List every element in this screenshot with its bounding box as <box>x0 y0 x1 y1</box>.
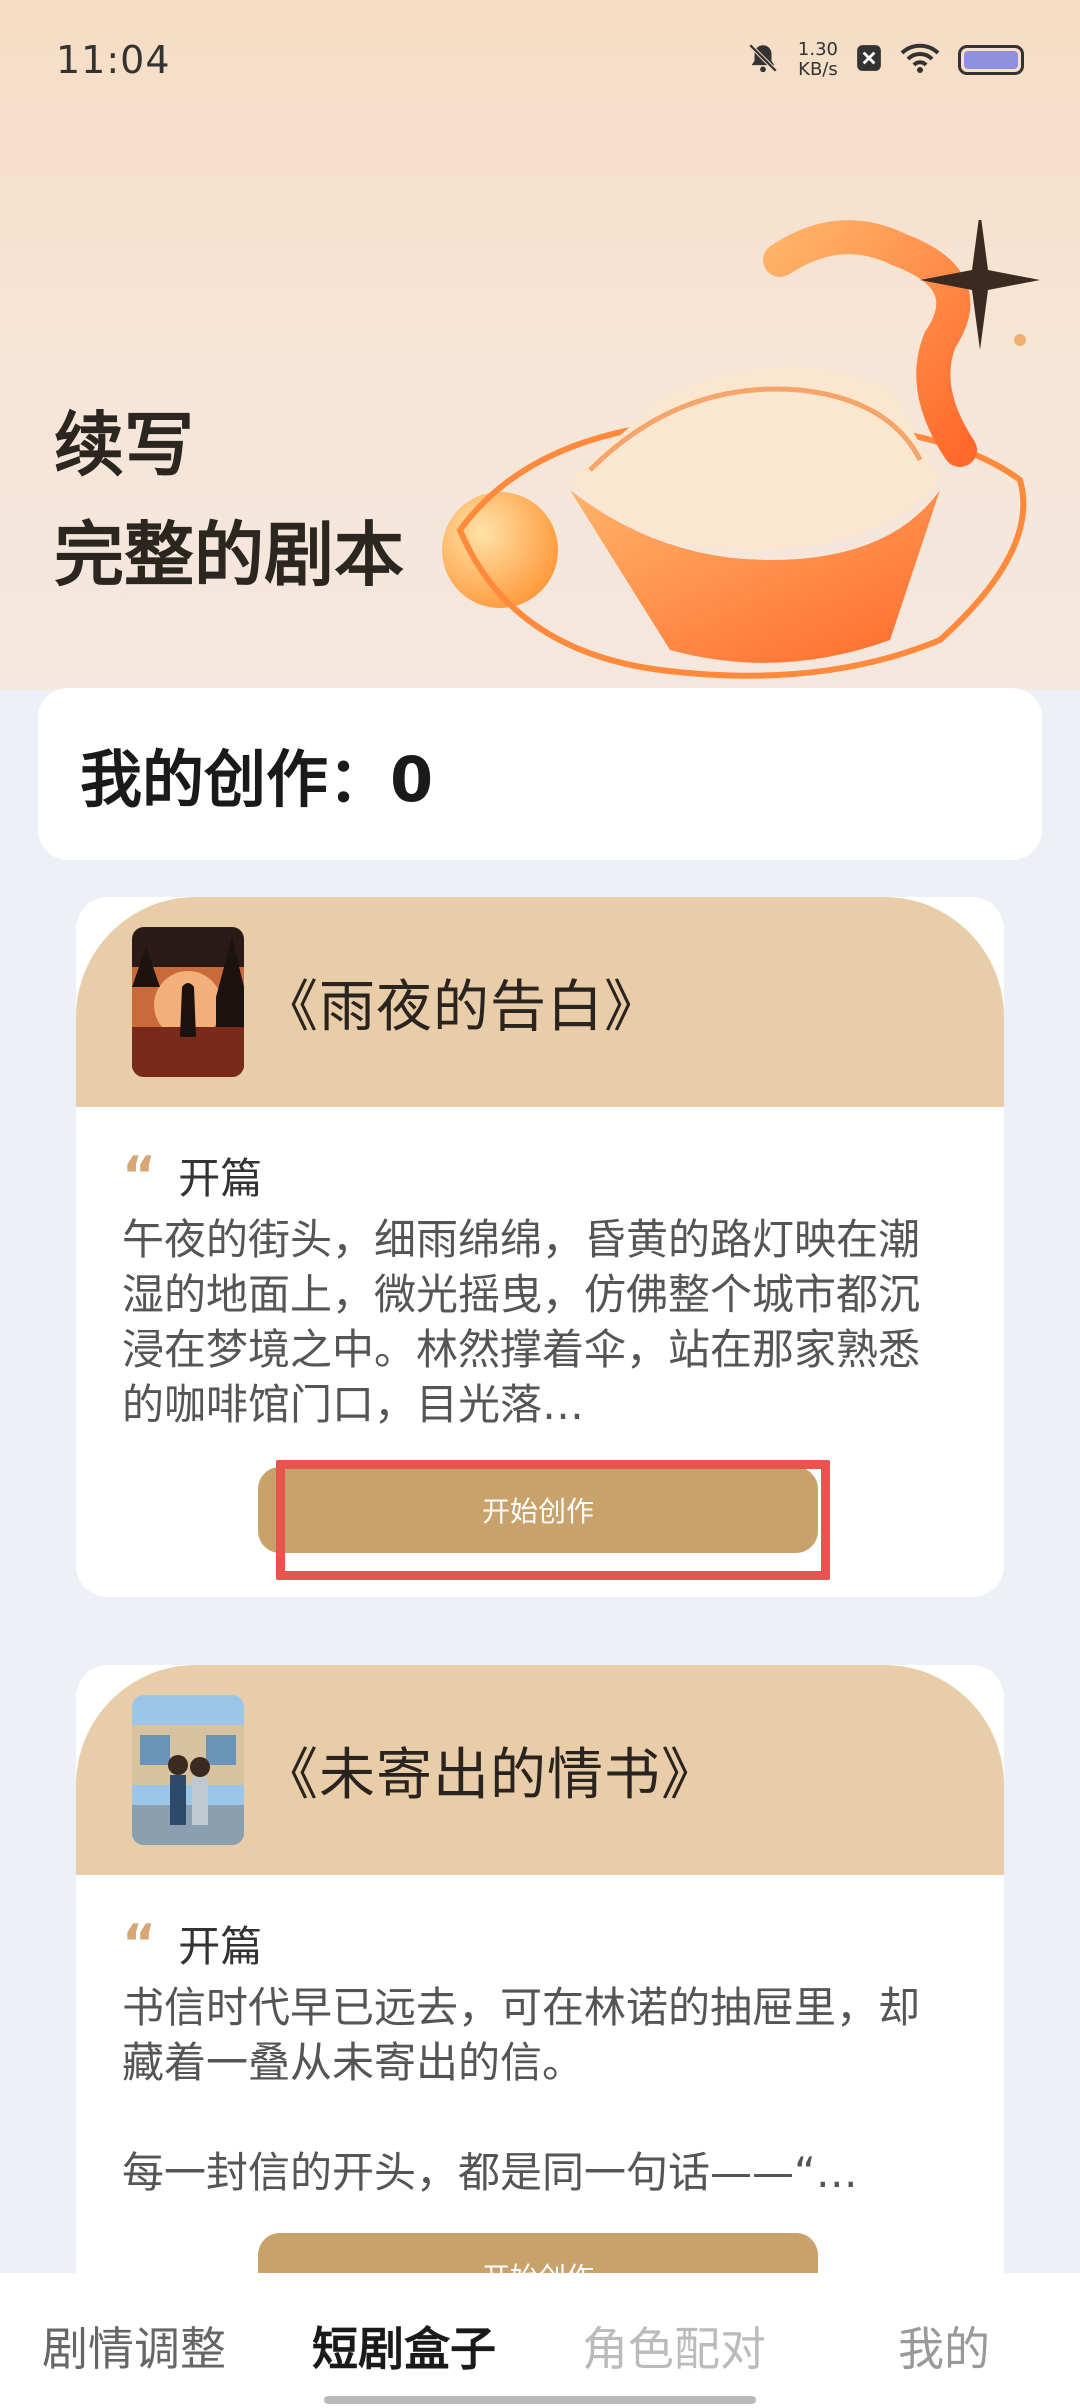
close-box-icon <box>856 44 882 76</box>
tab-mine[interactable]: 我的 <box>898 2313 990 2379</box>
tab-role-match[interactable]: 角色配对 <box>582 2313 766 2379</box>
story-cover-image[interactable] <box>132 927 244 1077</box>
story-title: 《雨夜的告白》 <box>262 974 661 1040</box>
network-speed: 1.30 KB/s <box>797 39 838 80</box>
wifi-icon <box>900 42 940 78</box>
tab-drama-box[interactable]: 短剧盒子 <box>312 2313 496 2379</box>
bell-off-icon <box>746 41 780 79</box>
story-card: 《未寄出的情书》 “ 开篇 书信时代早已远去，可在林诺的抽屉里，却藏着一叠从未寄… <box>76 1665 1004 2365</box>
story-card: 《雨夜的告白》 “ 开篇 午夜的街头，细雨绵绵，昏黄的路灯映在潮湿的地面上，微光… <box>76 897 1004 1597</box>
quote-icon: “ <box>122 1913 157 1974</box>
bottom-tab-bar: 剧情调整 短剧盒子 角色配对 我的 <box>0 2273 1080 2408</box>
quote-icon: “ <box>122 1145 157 1206</box>
opening-row: “ 开篇 <box>122 1145 958 1206</box>
status-time: 11:04 <box>56 38 171 82</box>
story-card-header: 《雨夜的告白》 <box>76 897 1004 1107</box>
hero-title: 续写 完整的剧本 <box>54 403 404 596</box>
book-illustration <box>442 220 1040 679</box>
home-indicator[interactable] <box>324 2396 756 2404</box>
story-excerpt: 书信时代早已远去，可在林诺的抽屉里，却藏着一叠从未寄出的信。 每一封信的开头，都… <box>122 1983 921 2197</box>
story-cover-image[interactable] <box>132 1695 244 1845</box>
battery-icon <box>958 45 1024 75</box>
opening-label: 开篇 <box>178 1922 263 1971</box>
story-body: “ 开篇 书信时代早已远去，可在林诺的抽屉里，却藏着一叠从未寄出的信。 每一封信… <box>76 1875 1004 2202</box>
story-card-header: 《未寄出的情书》 <box>76 1665 1004 1875</box>
story-title: 《未寄出的情书》 <box>262 1742 718 1808</box>
story-excerpt: 午夜的街头，细雨绵绵，昏黄的路灯映在潮湿的地面上，微光摇曳，仿佛整个城市都沉浸在… <box>122 1215 921 1429</box>
opening-row: “ 开篇 <box>122 1913 958 1974</box>
hero-banner: 11:04 1.30 KB/s 续写 完整的剧本 <box>0 0 1080 690</box>
status-bar: 11:04 1.30 KB/s <box>0 0 1080 120</box>
status-icons: 1.30 KB/s <box>746 40 1024 80</box>
opening-label: 开篇 <box>178 1154 263 1203</box>
start-create-button[interactable]: 开始创作 <box>258 1467 818 1553</box>
tab-plot-adjust[interactable]: 剧情调整 <box>42 2313 226 2379</box>
story-body: “ 开篇 午夜的街头，细雨绵绵，昏黄的路灯映在潮湿的地面上，微光摇曳，仿佛整个城… <box>76 1107 1004 1434</box>
my-works-count: 我的创作：0 <box>38 688 1042 860</box>
